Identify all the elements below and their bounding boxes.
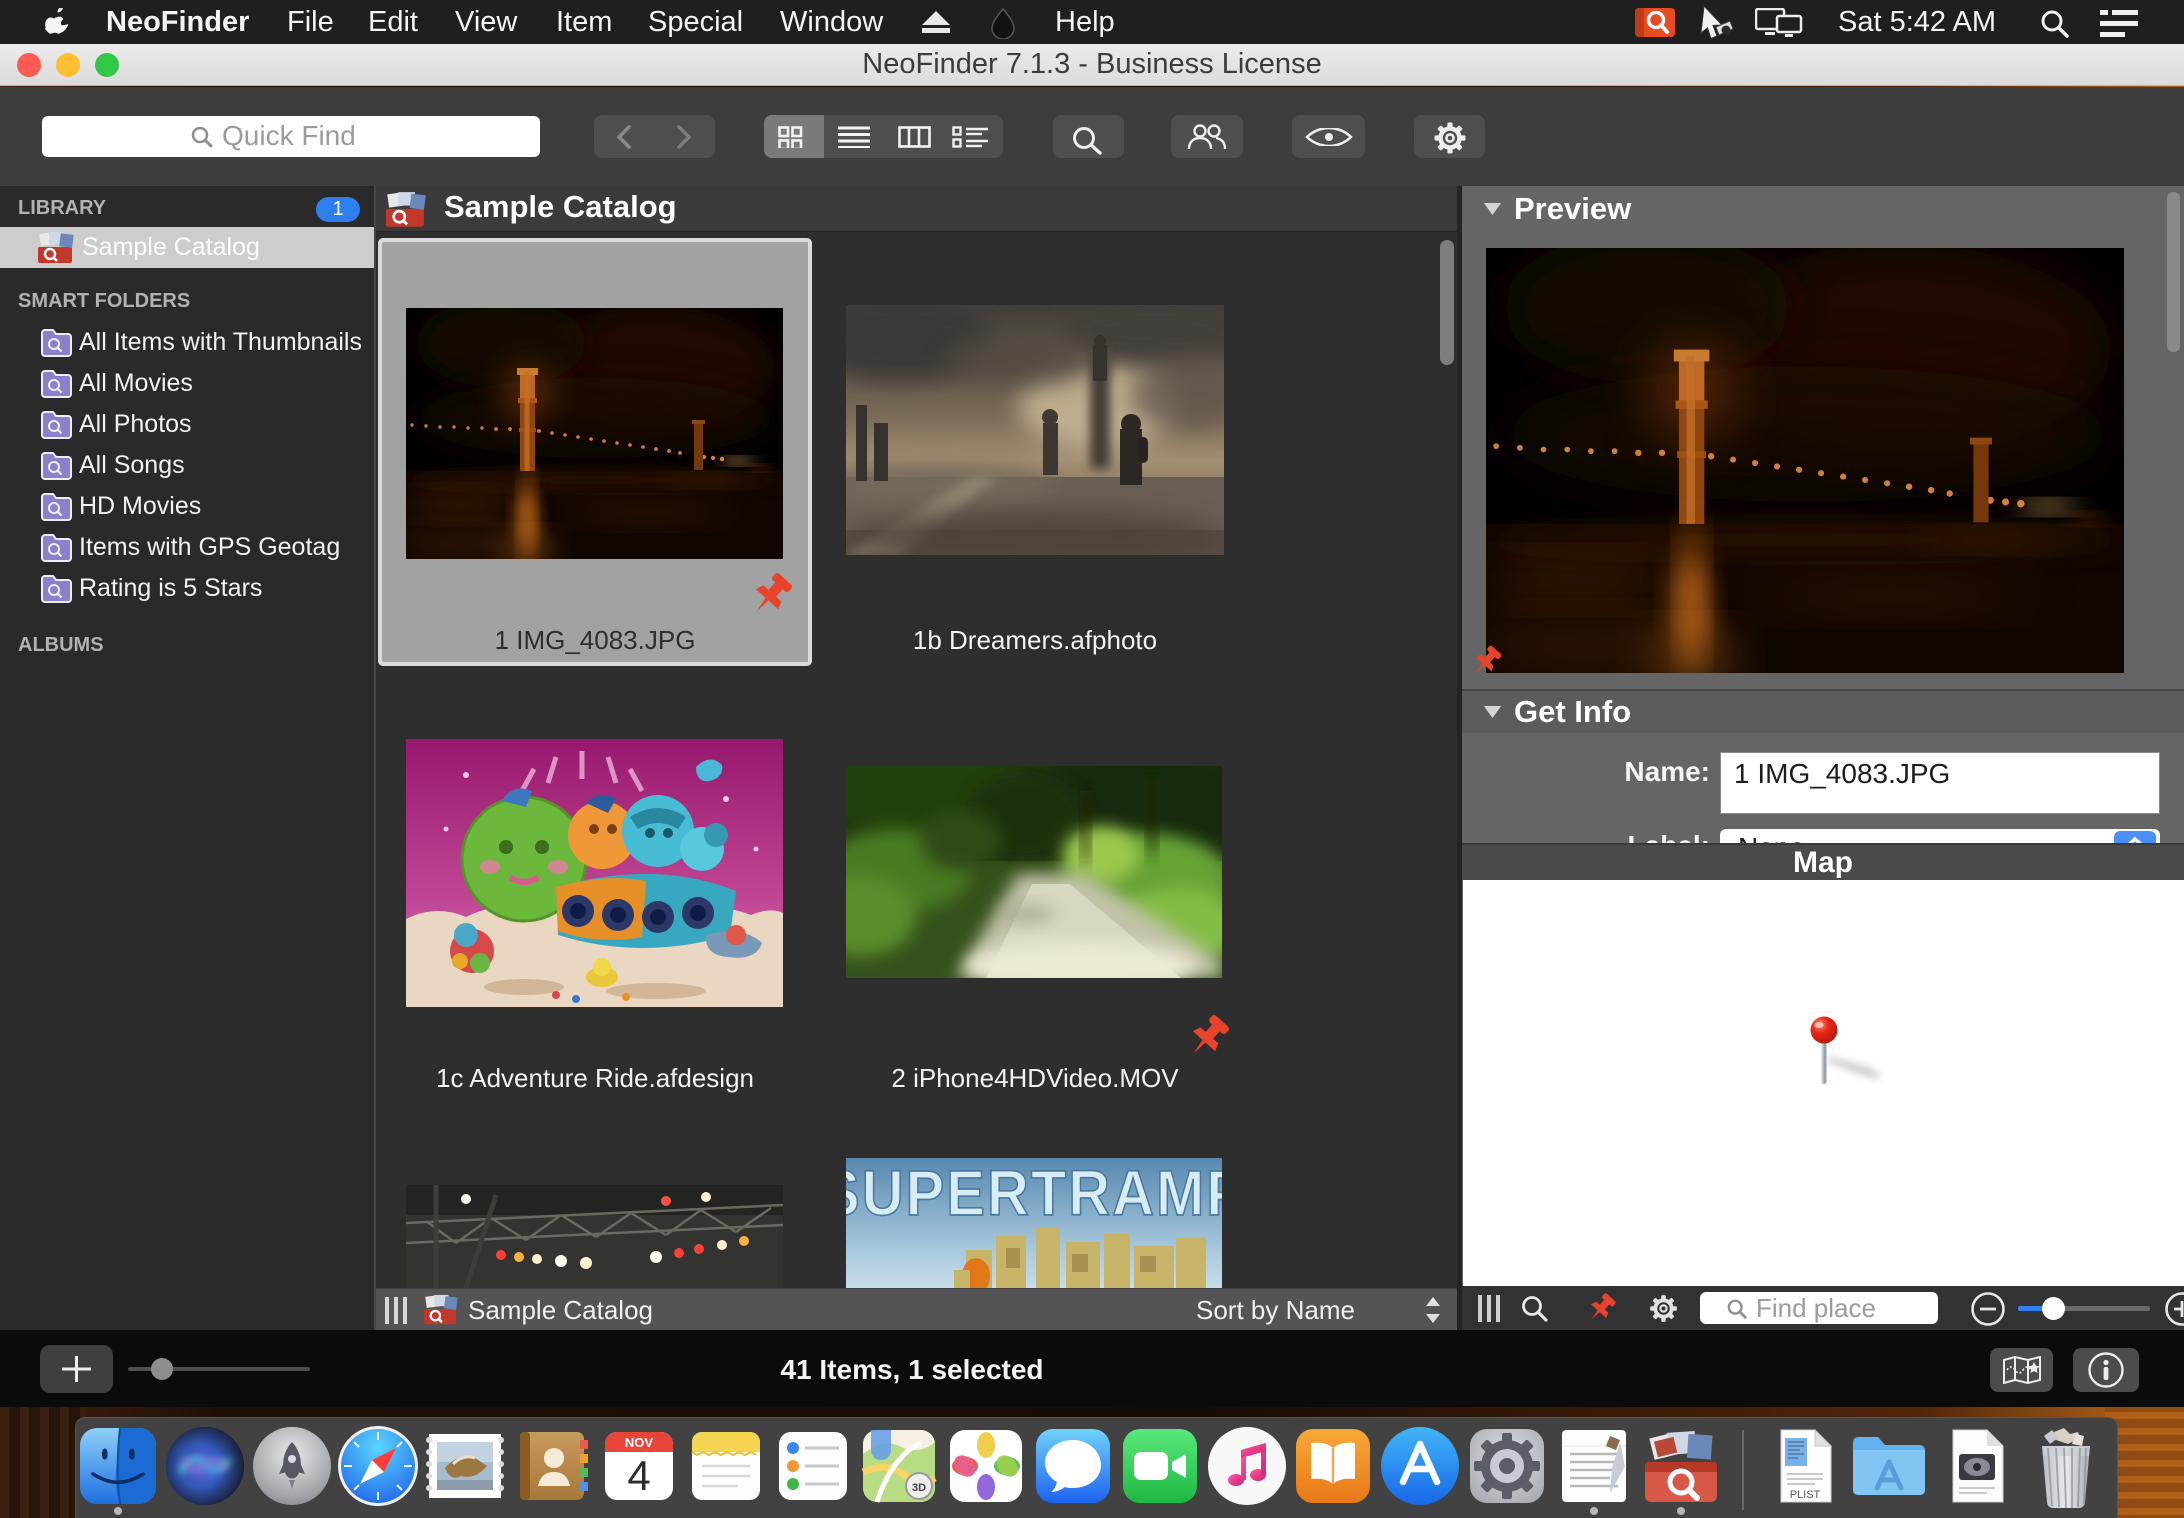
svg-text:3D: 3D <box>912 1482 926 1494</box>
svg-text:PLIST: PLIST <box>1790 1489 1821 1501</box>
svg-text:SUPERTRAMP: SUPERTRAMP <box>846 1158 1222 1229</box>
svg-text:NOV: NOV <box>625 1435 654 1450</box>
svg-text:4: 4 <box>627 1452 650 1499</box>
